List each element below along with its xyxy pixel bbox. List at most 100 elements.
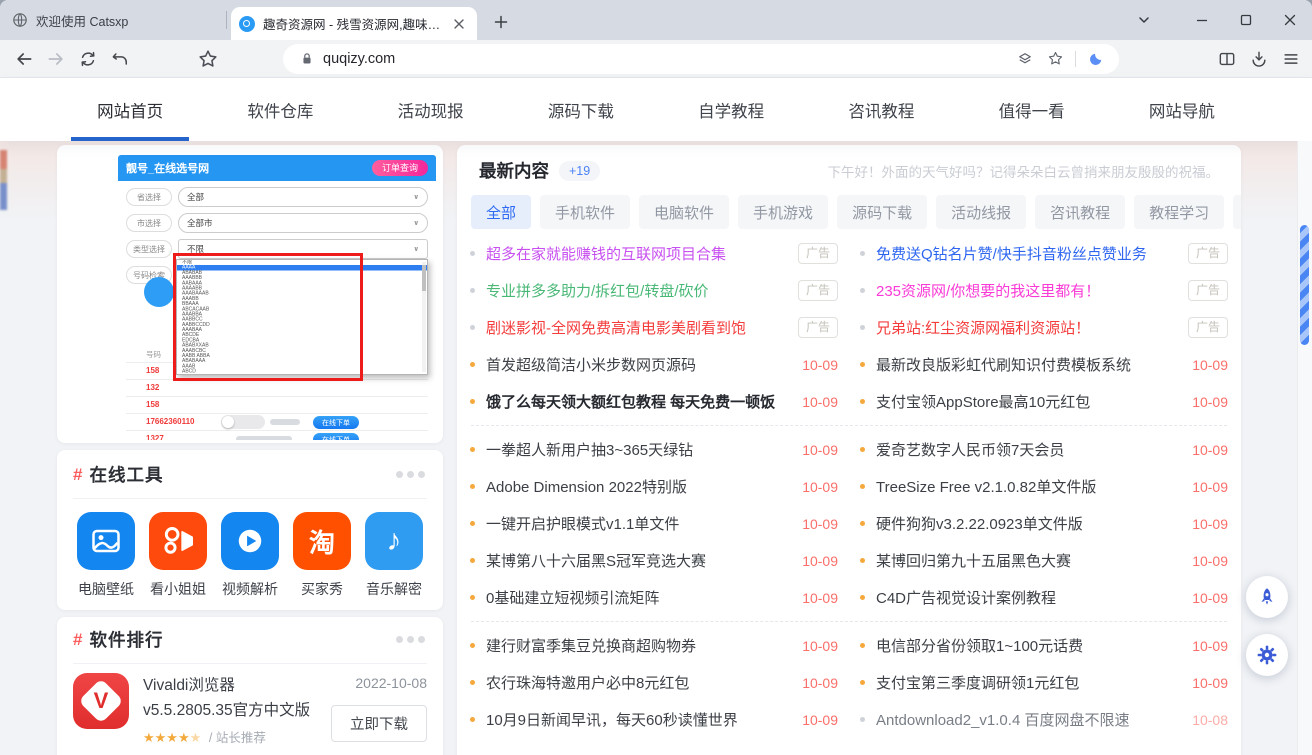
tool-kuaishou[interactable]: 看小姐姐 xyxy=(149,512,207,599)
news-item[interactable]: TreeSize Free v2.1.0.82单文件版 10-09 xyxy=(860,468,1228,505)
browser-tab-active[interactable]: 趣奇资源网 - 残雪资源网,趣味奇妙 xyxy=(231,7,477,40)
address-bar-divider xyxy=(1075,51,1076,67)
undo-history-icon[interactable] xyxy=(105,44,135,74)
mock-phone-number: 158 xyxy=(146,366,159,375)
tool-label: 电脑壁纸 xyxy=(78,579,134,599)
star-home-icon[interactable] xyxy=(193,44,223,74)
category-tab[interactable]: 美图分享 xyxy=(1233,195,1241,229)
news-item[interactable]: Adobe Dimension 2022特别版 10-09 xyxy=(470,468,838,505)
category-tab[interactable]: 咨讯教程 xyxy=(1035,195,1125,229)
category-tab[interactable]: 活动线报 xyxy=(936,195,1026,229)
news-item[interactable]: 剧迷影视-全网免费高清电影美剧看到饱 广告 xyxy=(470,309,838,346)
news-item[interactable]: 支付宝第三季度调研领1元红包 10-09 xyxy=(860,664,1228,701)
page-scrollbar-thumb[interactable] xyxy=(1300,225,1309,345)
category-tab[interactable]: 教程学习 xyxy=(1134,195,1224,229)
close-window-button[interactable] xyxy=(1268,0,1312,40)
gear-icon xyxy=(1256,644,1278,666)
news-item[interactable]: 一键开启护眼模式v1.1单文件 10-09 xyxy=(470,505,838,542)
category-tab[interactable]: 手机软件 xyxy=(540,195,630,229)
mock-field-label: 市选择 xyxy=(126,214,172,232)
news-item[interactable]: 支付宝领AppStore最高10元红包 10-09 xyxy=(860,383,1228,420)
news-item[interactable]: 0基础建立短视频引流矩阵 10-09 xyxy=(470,579,838,616)
news-item[interactable]: 超多在家就能赚钱的互联网项目合集 广告 xyxy=(470,235,838,272)
maximize-button[interactable] xyxy=(1224,0,1268,40)
nav-item[interactable]: 自学教程 xyxy=(656,78,806,141)
nav-item[interactable]: 活动现报 xyxy=(356,78,506,141)
news-item[interactable]: 某博第八十六届黑S冠军竞选大赛 10-09 xyxy=(470,542,838,579)
news-item[interactable]: 农行珠海特邀用户必中8元红包 10-09 xyxy=(470,664,838,701)
news-item[interactable]: 最新改良版彩虹代刷知识付费模板系统 10-09 xyxy=(860,346,1228,383)
more-dots-icon[interactable] xyxy=(396,471,425,478)
news-item[interactable]: 电信部分省份领取1~100元话费 10-09 xyxy=(860,627,1228,664)
news-item[interactable]: 硬件狗狗v3.2.22.0923单文件版 10-09 xyxy=(860,505,1228,542)
back-button[interactable] xyxy=(9,44,39,74)
tool-taobao-show[interactable]: 淘 买家秀 xyxy=(293,512,351,599)
browser-window: 欢迎使用 Catsxp 趣奇资源网 - 残雪资源网,趣味奇妙 xyxy=(0,0,1312,755)
news-title: 支付宝第三季度调研领1元红包 xyxy=(876,672,1182,693)
news-date: 10-09 xyxy=(1192,394,1228,410)
news-item[interactable]: 235资源网/你想要的我这里都有！ 广告 xyxy=(860,272,1228,309)
lock-icon xyxy=(299,51,315,67)
forward-button[interactable] xyxy=(41,44,71,74)
news-item[interactable]: 爱奇艺数字人民币领7天会员 10-09 xyxy=(860,431,1228,468)
news-item[interactable]: 饿了么每天领大额红包教程 每天免费一顿饭 10-09 xyxy=(470,383,838,420)
ranking-item-vivaldi[interactable]: V Vivaldi浏览器 v5.5.2805.35官方中文版 ★★★★★ / 站… xyxy=(57,664,443,746)
tool-wallpaper[interactable]: 电脑壁纸 xyxy=(77,512,135,599)
tool-music-decrypt[interactable]: ♪ 音乐解密 xyxy=(365,512,423,599)
mock-toggle xyxy=(221,415,265,429)
page-content: 靓号_在线选号网 订单查询 省选择 全部∨ 市选择 全部市∨ 类型选择 不限∨ xyxy=(0,141,1312,755)
nav-item[interactable]: 咨讯教程 xyxy=(806,78,956,141)
nav-item[interactable]: 网站首页 xyxy=(55,78,205,141)
category-tab[interactable]: 全部 xyxy=(471,195,531,229)
mock-field-value: 全部市 xyxy=(187,217,213,229)
news-title: 一拳超人新用户抽3~365天绿钻 xyxy=(486,439,792,460)
news-item[interactable]: 专业拼多多助力/拆红包/转盘/砍价 广告 xyxy=(470,272,838,309)
nav-item[interactable]: 网站导航 xyxy=(1107,78,1257,141)
nav-item[interactable]: 源码下载 xyxy=(506,78,656,141)
news-title: Adobe Dimension 2022特别版 xyxy=(486,476,792,497)
back-to-top-rocket-button[interactable] xyxy=(1246,576,1288,618)
download-now-button[interactable]: 立即下载 xyxy=(331,705,427,742)
refresh-icon[interactable] xyxy=(73,44,103,74)
globe-icon xyxy=(12,12,28,28)
nav-item[interactable]: 软件仓库 xyxy=(205,78,355,141)
tool-video-parse[interactable]: 视频解析 xyxy=(221,512,279,599)
category-tab[interactable]: 手机游戏 xyxy=(738,195,828,229)
tool-label: 买家秀 xyxy=(301,579,343,599)
news-item[interactable]: C4D广告视觉设计案例教程 10-09 xyxy=(860,579,1228,616)
app-name: Vivaldi浏览器 xyxy=(143,673,323,695)
news-item[interactable]: 兄弟站:红尘资源网福利资源站！ 广告 xyxy=(860,309,1228,346)
address-bar[interactable]: quqizy.com xyxy=(283,44,1119,74)
tab-search-chevron-icon[interactable] xyxy=(1122,0,1166,40)
browser-tab-welcome[interactable]: 欢迎使用 Catsxp xyxy=(0,0,226,40)
more-dots-icon[interactable] xyxy=(396,636,425,643)
settings-gear-button[interactable] xyxy=(1246,634,1288,676)
download-icon[interactable] xyxy=(1244,44,1274,74)
layers-icon[interactable] xyxy=(1012,46,1038,72)
news-date: 10-09 xyxy=(1192,553,1228,569)
category-tab[interactable]: 电脑软件 xyxy=(639,195,729,229)
news-column-left: 超多在家就能赚钱的互联网项目合集 广告 专业拼多多助力/拆红包/转盘/砍价 广告 xyxy=(470,235,838,420)
news-item[interactable]: 建行财富季集豆兑换商超购物券 10-09 xyxy=(470,627,838,664)
new-tab-button[interactable] xyxy=(487,8,515,36)
chevron-down-icon: ∨ xyxy=(413,193,419,201)
nav-item[interactable]: 值得一看 xyxy=(957,78,1107,141)
news-item[interactable]: 首发超级简洁小米步数网页源码 10-09 xyxy=(470,346,838,383)
news-title: C4D广告视觉设计案例教程 xyxy=(876,587,1182,608)
promo-screenshot-card[interactable]: 靓号_在线选号网 订单查询 省选择 全部∨ 市选择 全部市∨ 类型选择 不限∨ xyxy=(57,145,443,443)
bookmark-star-icon[interactable] xyxy=(1042,46,1068,72)
news-item[interactable]: 一拳超人新用户抽3~365天绿钻 10-09 xyxy=(470,431,838,468)
news-item[interactable]: 10月9日新闻早讯，每天60秒读懂世界 10-09 xyxy=(470,701,838,738)
menu-icon[interactable] xyxy=(1276,44,1306,74)
news-title: 某博第八十六届黑S冠军竞选大赛 xyxy=(486,550,792,571)
news-item[interactable]: 某博回归第九十五届黑色大赛 10-09 xyxy=(860,542,1228,579)
news-item[interactable]: Antdownload2_v1.0.4 百度网盘不限速 10-08 xyxy=(860,701,1228,738)
minimize-button[interactable] xyxy=(1180,0,1224,40)
browser-titlebar: 欢迎使用 Catsxp 趣奇资源网 - 残雪资源网,趣味奇妙 xyxy=(0,0,1312,40)
news-title: 首发超级简洁小米步数网页源码 xyxy=(486,354,792,375)
category-tab[interactable]: 源码下载 xyxy=(837,195,927,229)
tab-close-icon[interactable] xyxy=(449,14,469,34)
news-item[interactable]: 免费送Q钻名片赞/快手抖音粉丝点赞业务 广告 xyxy=(860,235,1228,272)
split-view-icon[interactable] xyxy=(1212,44,1242,74)
dark-mode-moon-icon[interactable] xyxy=(1083,46,1109,72)
